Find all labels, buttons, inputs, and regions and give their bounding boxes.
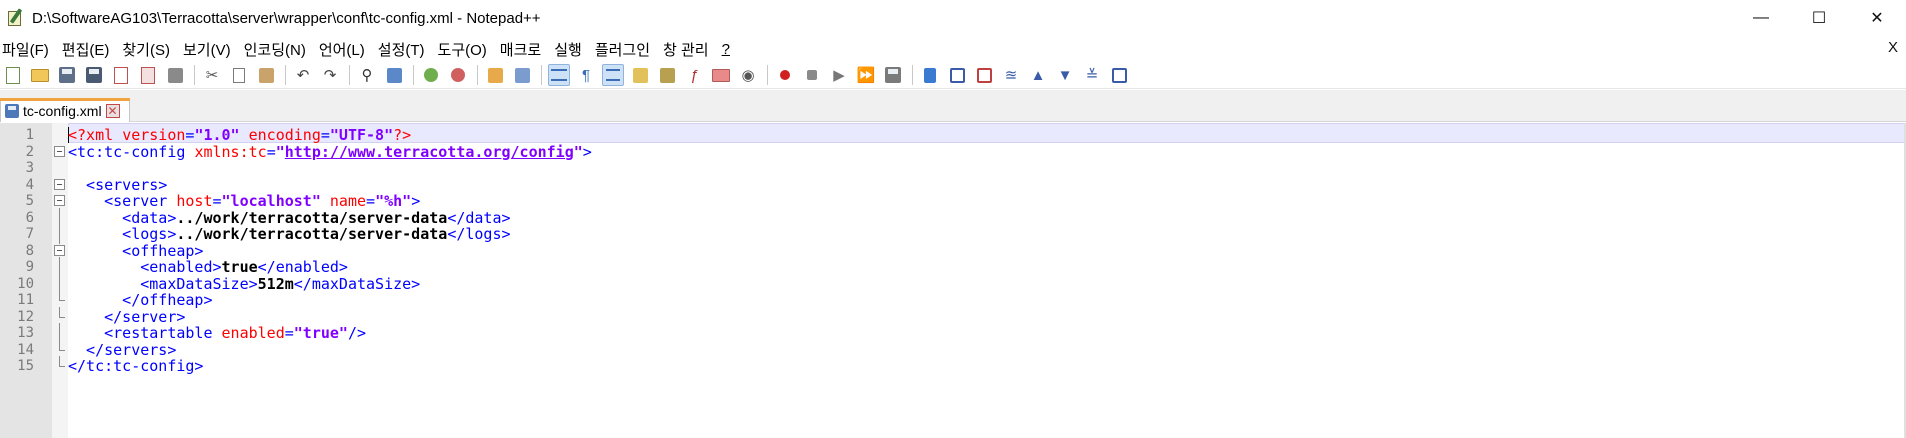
toolbar: ✂ ↶ ↷ ⚲ ¶ ƒ ◉ ▶ ⏩ ≊ ▲ ▼ ≚ bbox=[0, 62, 1906, 89]
toolbar-separator bbox=[285, 65, 286, 85]
plugin-1-icon[interactable] bbox=[919, 64, 941, 86]
new-file-icon[interactable] bbox=[2, 64, 24, 86]
plugin-7-icon[interactable]: ≚ bbox=[1081, 64, 1103, 86]
replace-icon[interactable] bbox=[383, 64, 405, 86]
fold-line bbox=[59, 306, 65, 318]
toolbar-separator bbox=[477, 65, 478, 85]
code-line[interactable]: 15 </tc:tc-config> bbox=[0, 356, 1906, 376]
plugin-8-icon[interactable] bbox=[1108, 64, 1130, 86]
sync-horizontal-icon[interactable] bbox=[511, 64, 533, 86]
menu-plugins[interactable]: 플러그인 bbox=[595, 39, 659, 60]
minimize-button[interactable]: — bbox=[1732, 0, 1790, 36]
line-number: 15 bbox=[17, 358, 34, 374]
menu-window[interactable]: 창 관리 bbox=[663, 39, 718, 60]
menu-language[interactable]: 언어(L) bbox=[319, 39, 374, 60]
close-document-button[interactable]: X bbox=[1888, 39, 1898, 56]
plugin-2-icon[interactable] bbox=[946, 64, 968, 86]
toolbar-separator bbox=[767, 65, 768, 85]
maximize-button[interactable]: ☐ bbox=[1790, 0, 1848, 36]
toolbar-separator bbox=[413, 65, 414, 85]
word-wrap-icon[interactable] bbox=[548, 64, 570, 86]
open-file-icon[interactable] bbox=[29, 64, 51, 86]
menu-run[interactable]: 실행 bbox=[554, 39, 591, 60]
tab-close-icon[interactable]: ✕ bbox=[105, 103, 120, 118]
menu-macro[interactable]: 매크로 bbox=[500, 39, 550, 60]
window-controls: — ☐ ✕ bbox=[1732, 0, 1906, 36]
save-macro-icon[interactable] bbox=[882, 64, 904, 86]
plugin-3-icon[interactable] bbox=[973, 64, 995, 86]
save-all-icon[interactable] bbox=[83, 64, 105, 86]
zoom-in-icon[interactable] bbox=[420, 64, 442, 86]
menu-view[interactable]: 보기(V) bbox=[183, 39, 240, 60]
menu-search[interactable]: 찾기(S) bbox=[122, 39, 179, 60]
stop-record-icon[interactable] bbox=[801, 64, 823, 86]
editor[interactable]: 1 <?xml version="1.0" encoding="UTF-8"?> 2… bbox=[0, 123, 1906, 438]
tab-tc-config[interactable]: tc-config.xml ✕ bbox=[0, 98, 130, 122]
menu-edit[interactable]: 편집(E) bbox=[62, 39, 119, 60]
toolbar-separator bbox=[349, 65, 350, 85]
record-macro-icon[interactable] bbox=[774, 64, 796, 86]
save-state-icon bbox=[5, 103, 19, 118]
code-text[interactable]: </tc:tc-config> bbox=[68, 356, 203, 376]
playback-macro-icon[interactable]: ▶ bbox=[828, 64, 850, 86]
plugin-4-icon[interactable]: ≊ bbox=[1000, 64, 1022, 86]
paste-icon[interactable] bbox=[255, 64, 277, 86]
print-icon[interactable] bbox=[164, 64, 186, 86]
tab-bar: tc-config.xml ✕ bbox=[0, 90, 1906, 122]
tab-label: tc-config.xml bbox=[23, 102, 102, 119]
cut-icon[interactable]: ✂ bbox=[201, 64, 223, 86]
close-icon[interactable] bbox=[110, 64, 132, 86]
menu-bar: 파일(F) 편집(E) 찾기(S) 보기(V) 인코딩(N) 언어(L) 설정(… bbox=[0, 36, 1906, 62]
show-all-chars-icon[interactable]: ¶ bbox=[575, 64, 597, 86]
fold-line bbox=[59, 290, 65, 301]
copy-icon[interactable] bbox=[228, 64, 250, 86]
function-list-icon[interactable]: ƒ bbox=[683, 64, 705, 86]
fold-line bbox=[59, 356, 65, 367]
fold-toggle-icon[interactable] bbox=[54, 145, 65, 157]
notepadpp-app-icon[interactable] bbox=[6, 8, 24, 27]
run-macro-multiple-icon[interactable]: ⏩ bbox=[855, 64, 877, 86]
window-title: D:\SoftwareAG103\Terracotta\server\wrapp… bbox=[32, 9, 541, 27]
save-icon[interactable] bbox=[56, 64, 78, 86]
fold-toggle-icon[interactable] bbox=[54, 178, 65, 190]
fold-toggle-icon[interactable] bbox=[54, 195, 65, 206]
zoom-out-icon[interactable] bbox=[447, 64, 469, 86]
menu-tools[interactable]: 도구(O) bbox=[438, 39, 496, 60]
fold-line bbox=[59, 339, 65, 351]
menu-file[interactable]: 파일(F) bbox=[2, 39, 58, 60]
language-udl-icon[interactable] bbox=[629, 64, 651, 86]
plugin-6-icon[interactable]: ▼ bbox=[1054, 64, 1076, 86]
toolbar-separator bbox=[912, 65, 913, 85]
fold-toggle-icon[interactable] bbox=[54, 244, 65, 256]
code-token: </tc:tc-config> bbox=[68, 357, 204, 375]
indent-guide-icon[interactable] bbox=[602, 64, 624, 86]
close-window-button[interactable]: ✕ bbox=[1848, 0, 1906, 36]
menu-help[interactable]: ? bbox=[722, 41, 739, 58]
document-map-icon[interactable] bbox=[656, 64, 678, 86]
title-bar: D:\SoftwareAG103\Terracotta\server\wrapp… bbox=[0, 0, 1906, 36]
menu-encoding[interactable]: 인코딩(N) bbox=[244, 39, 315, 60]
plugin-5-icon[interactable]: ▲ bbox=[1027, 64, 1049, 86]
undo-icon[interactable]: ↶ bbox=[292, 64, 314, 86]
redo-icon[interactable]: ↷ bbox=[319, 64, 341, 86]
find-icon[interactable]: ⚲ bbox=[356, 64, 378, 86]
toolbar-separator bbox=[194, 65, 195, 85]
monitoring-icon[interactable]: ◉ bbox=[737, 64, 759, 86]
menu-settings[interactable]: 설정(T) bbox=[378, 39, 434, 60]
toolbar-separator bbox=[541, 65, 542, 85]
folder-workspace-icon[interactable] bbox=[710, 64, 732, 86]
sync-vertical-icon[interactable] bbox=[484, 64, 506, 86]
close-all-icon[interactable] bbox=[137, 64, 159, 86]
